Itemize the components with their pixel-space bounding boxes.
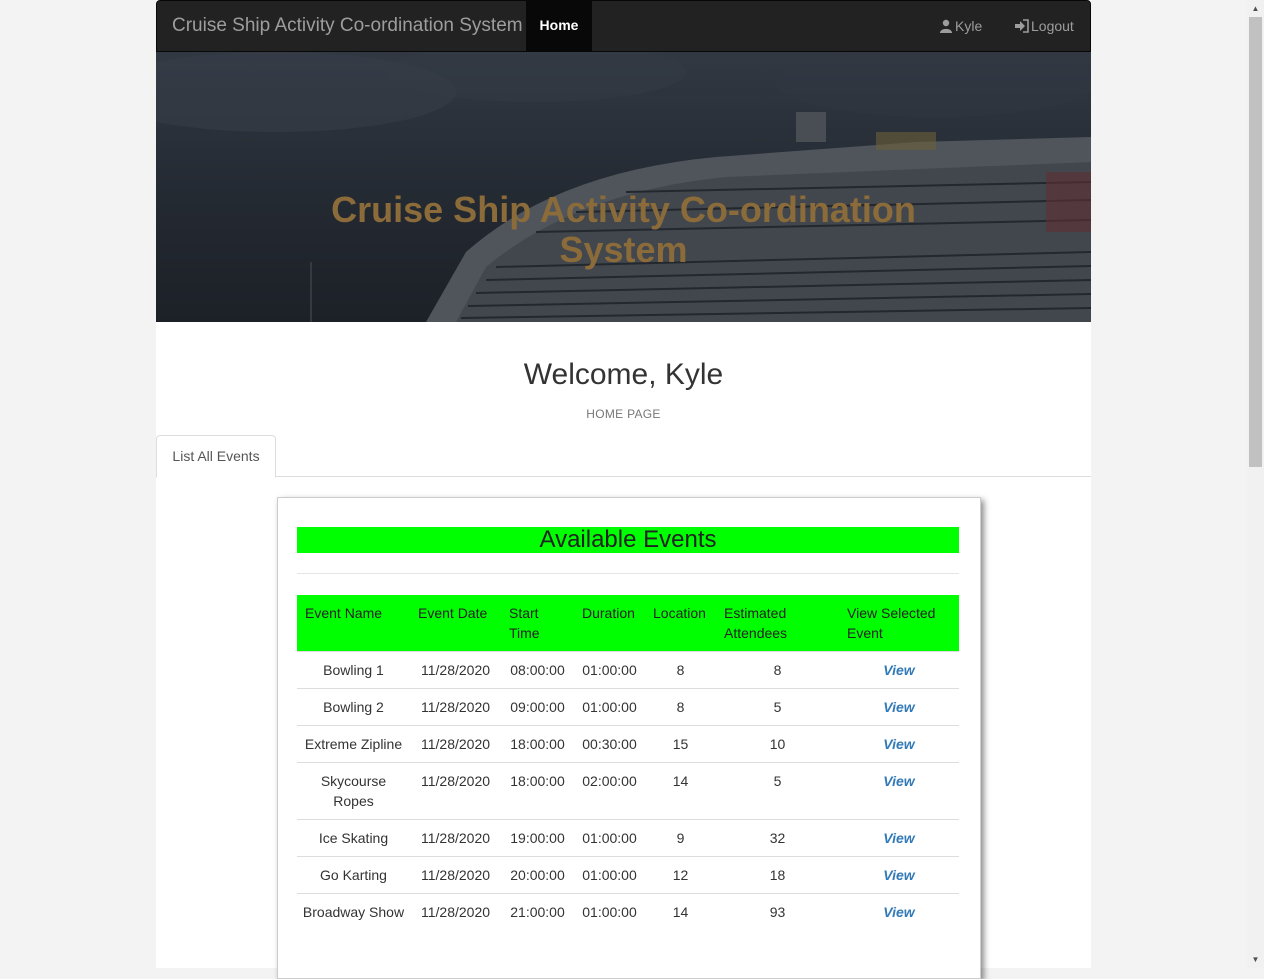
view-link[interactable]: View bbox=[883, 736, 914, 752]
event-date: 11/28/2020 bbox=[410, 651, 501, 689]
event-start: 18:00:00 bbox=[501, 762, 574, 820]
view-cell: View bbox=[839, 893, 959, 930]
event-attendees: 10 bbox=[716, 725, 839, 763]
event-date: 11/28/2020 bbox=[410, 762, 501, 820]
tab-divider bbox=[156, 476, 1091, 477]
col-header: Duration bbox=[574, 595, 645, 652]
event-name: Skycourse Ropes bbox=[297, 762, 410, 820]
event-duration: 02:00:00 bbox=[574, 762, 645, 820]
event-date: 11/28/2020 bbox=[410, 893, 501, 930]
table-row: Broadway Show 11/28/2020 21:00:00 01:00:… bbox=[297, 893, 959, 930]
event-attendees: 8 bbox=[716, 651, 839, 689]
view-link[interactable]: View bbox=[883, 662, 914, 678]
page-scrollbar[interactable]: ▲ ▼ bbox=[1247, 0, 1264, 968]
event-location: 12 bbox=[645, 856, 716, 894]
event-attendees: 18 bbox=[716, 856, 839, 894]
event-name: Bowling 2 bbox=[297, 688, 410, 726]
welcome-heading: Welcome, Kyle bbox=[523, 358, 724, 391]
event-start: 09:00:00 bbox=[501, 688, 574, 726]
divider bbox=[297, 573, 959, 574]
event-location: 15 bbox=[645, 725, 716, 763]
hero-title: Cruise Ship Activity Co-ordination Syste… bbox=[331, 189, 916, 270]
event-location: 9 bbox=[645, 819, 716, 857]
events-heading: Available Events bbox=[297, 527, 959, 553]
page: Cruise Ship Activity Co-ordination Syste… bbox=[156, 0, 1091, 979]
navbar-brand[interactable]: Cruise Ship Activity Co-ordination Syste… bbox=[172, 1, 523, 51]
scroll-up-arrow-icon[interactable]: ▲ bbox=[1247, 0, 1264, 17]
event-start: 19:00:00 bbox=[501, 819, 574, 857]
view-link[interactable]: View bbox=[883, 904, 914, 920]
nav-user-link[interactable]: Kyle bbox=[939, 1, 982, 51]
view-cell: View bbox=[839, 819, 959, 857]
event-duration: 01:00:00 bbox=[574, 651, 645, 689]
event-attendees: 93 bbox=[716, 893, 839, 930]
nav-logout-link[interactable]: Logout bbox=[1014, 1, 1074, 51]
table-row: Bowling 2 11/28/2020 09:00:00 01:00:00 8… bbox=[297, 688, 959, 726]
view-cell: View bbox=[839, 651, 959, 689]
view-cell: View bbox=[839, 762, 959, 820]
scroll-thumb[interactable] bbox=[1249, 17, 1262, 467]
event-start: 20:00:00 bbox=[501, 856, 574, 894]
event-name: Extreme Zipline bbox=[297, 725, 410, 763]
col-header: Location bbox=[645, 595, 716, 652]
col-header: Event Date bbox=[410, 595, 501, 652]
events-card: Available Events Event Name Event Date S… bbox=[277, 497, 981, 979]
event-duration: 01:00:00 bbox=[574, 893, 645, 930]
event-name: Go Karting bbox=[297, 856, 410, 894]
col-header: Start Time bbox=[501, 595, 574, 652]
nav-home-link[interactable]: Home bbox=[526, 1, 592, 51]
event-start: 08:00:00 bbox=[501, 651, 574, 689]
event-attendees: 5 bbox=[716, 688, 839, 726]
table-row: Bowling 1 11/28/2020 08:00:00 01:00:00 8… bbox=[297, 651, 959, 689]
view-link[interactable]: View bbox=[883, 699, 914, 715]
event-location: 8 bbox=[645, 688, 716, 726]
table-header-row: Event Name Event Date Start Time Duratio… bbox=[297, 595, 959, 652]
table-row: Skycourse Ropes 11/28/2020 18:00:00 02:0… bbox=[297, 762, 959, 820]
event-name: Ice Skating bbox=[297, 819, 410, 857]
event-name: Bowling 1 bbox=[297, 651, 410, 689]
event-location: 14 bbox=[645, 893, 716, 930]
view-cell: View bbox=[839, 725, 959, 763]
table-row: Ice Skating 11/28/2020 19:00:00 01:00:00… bbox=[297, 819, 959, 857]
table-row: Extreme Zipline 11/28/2020 18:00:00 00:3… bbox=[297, 725, 959, 763]
user-icon bbox=[940, 19, 952, 33]
events-table: Event Name Event Date Start Time Duratio… bbox=[297, 595, 959, 930]
event-start: 21:00:00 bbox=[501, 893, 574, 930]
event-date: 11/28/2020 bbox=[410, 856, 501, 894]
event-location: 8 bbox=[645, 651, 716, 689]
event-location: 14 bbox=[645, 762, 716, 820]
hero-banner: Cruise Ship Activity Co-ordination Syste… bbox=[156, 52, 1091, 322]
nav-user-label: Kyle bbox=[955, 18, 983, 34]
event-duration: 01:00:00 bbox=[574, 856, 645, 894]
view-link[interactable]: View bbox=[883, 773, 914, 789]
event-start: 18:00:00 bbox=[501, 725, 574, 763]
col-header: Event Name bbox=[297, 595, 410, 652]
view-link[interactable]: View bbox=[883, 867, 914, 883]
event-name: Broadway Show bbox=[297, 893, 410, 930]
event-duration: 00:30:00 bbox=[574, 725, 645, 763]
event-attendees: 32 bbox=[716, 819, 839, 857]
event-date: 11/28/2020 bbox=[410, 688, 501, 726]
nav-logout-label: Logout bbox=[1031, 18, 1074, 34]
cruise-ship-image bbox=[156, 52, 1091, 322]
event-duration: 01:00:00 bbox=[574, 688, 645, 726]
tab-list-all-events[interactable]: List All Events bbox=[156, 435, 276, 478]
event-date: 11/28/2020 bbox=[410, 725, 501, 763]
event-attendees: 5 bbox=[716, 762, 839, 820]
page-subtitle: HOME PAGE bbox=[586, 407, 661, 421]
event-date: 11/28/2020 bbox=[410, 819, 501, 857]
col-header: Estimated Attendees bbox=[716, 595, 839, 652]
view-cell: View bbox=[839, 856, 959, 894]
col-header: View Selected Event bbox=[839, 595, 959, 652]
view-link[interactable]: View bbox=[883, 830, 914, 846]
event-duration: 01:00:00 bbox=[574, 819, 645, 857]
scroll-down-arrow-icon[interactable]: ▼ bbox=[1247, 951, 1264, 968]
logout-icon bbox=[1015, 19, 1029, 33]
navbar: Cruise Ship Activity Co-ordination Syste… bbox=[156, 0, 1091, 52]
view-cell: View bbox=[839, 688, 959, 726]
table-row: Go Karting 11/28/2020 20:00:00 01:00:00 … bbox=[297, 856, 959, 894]
